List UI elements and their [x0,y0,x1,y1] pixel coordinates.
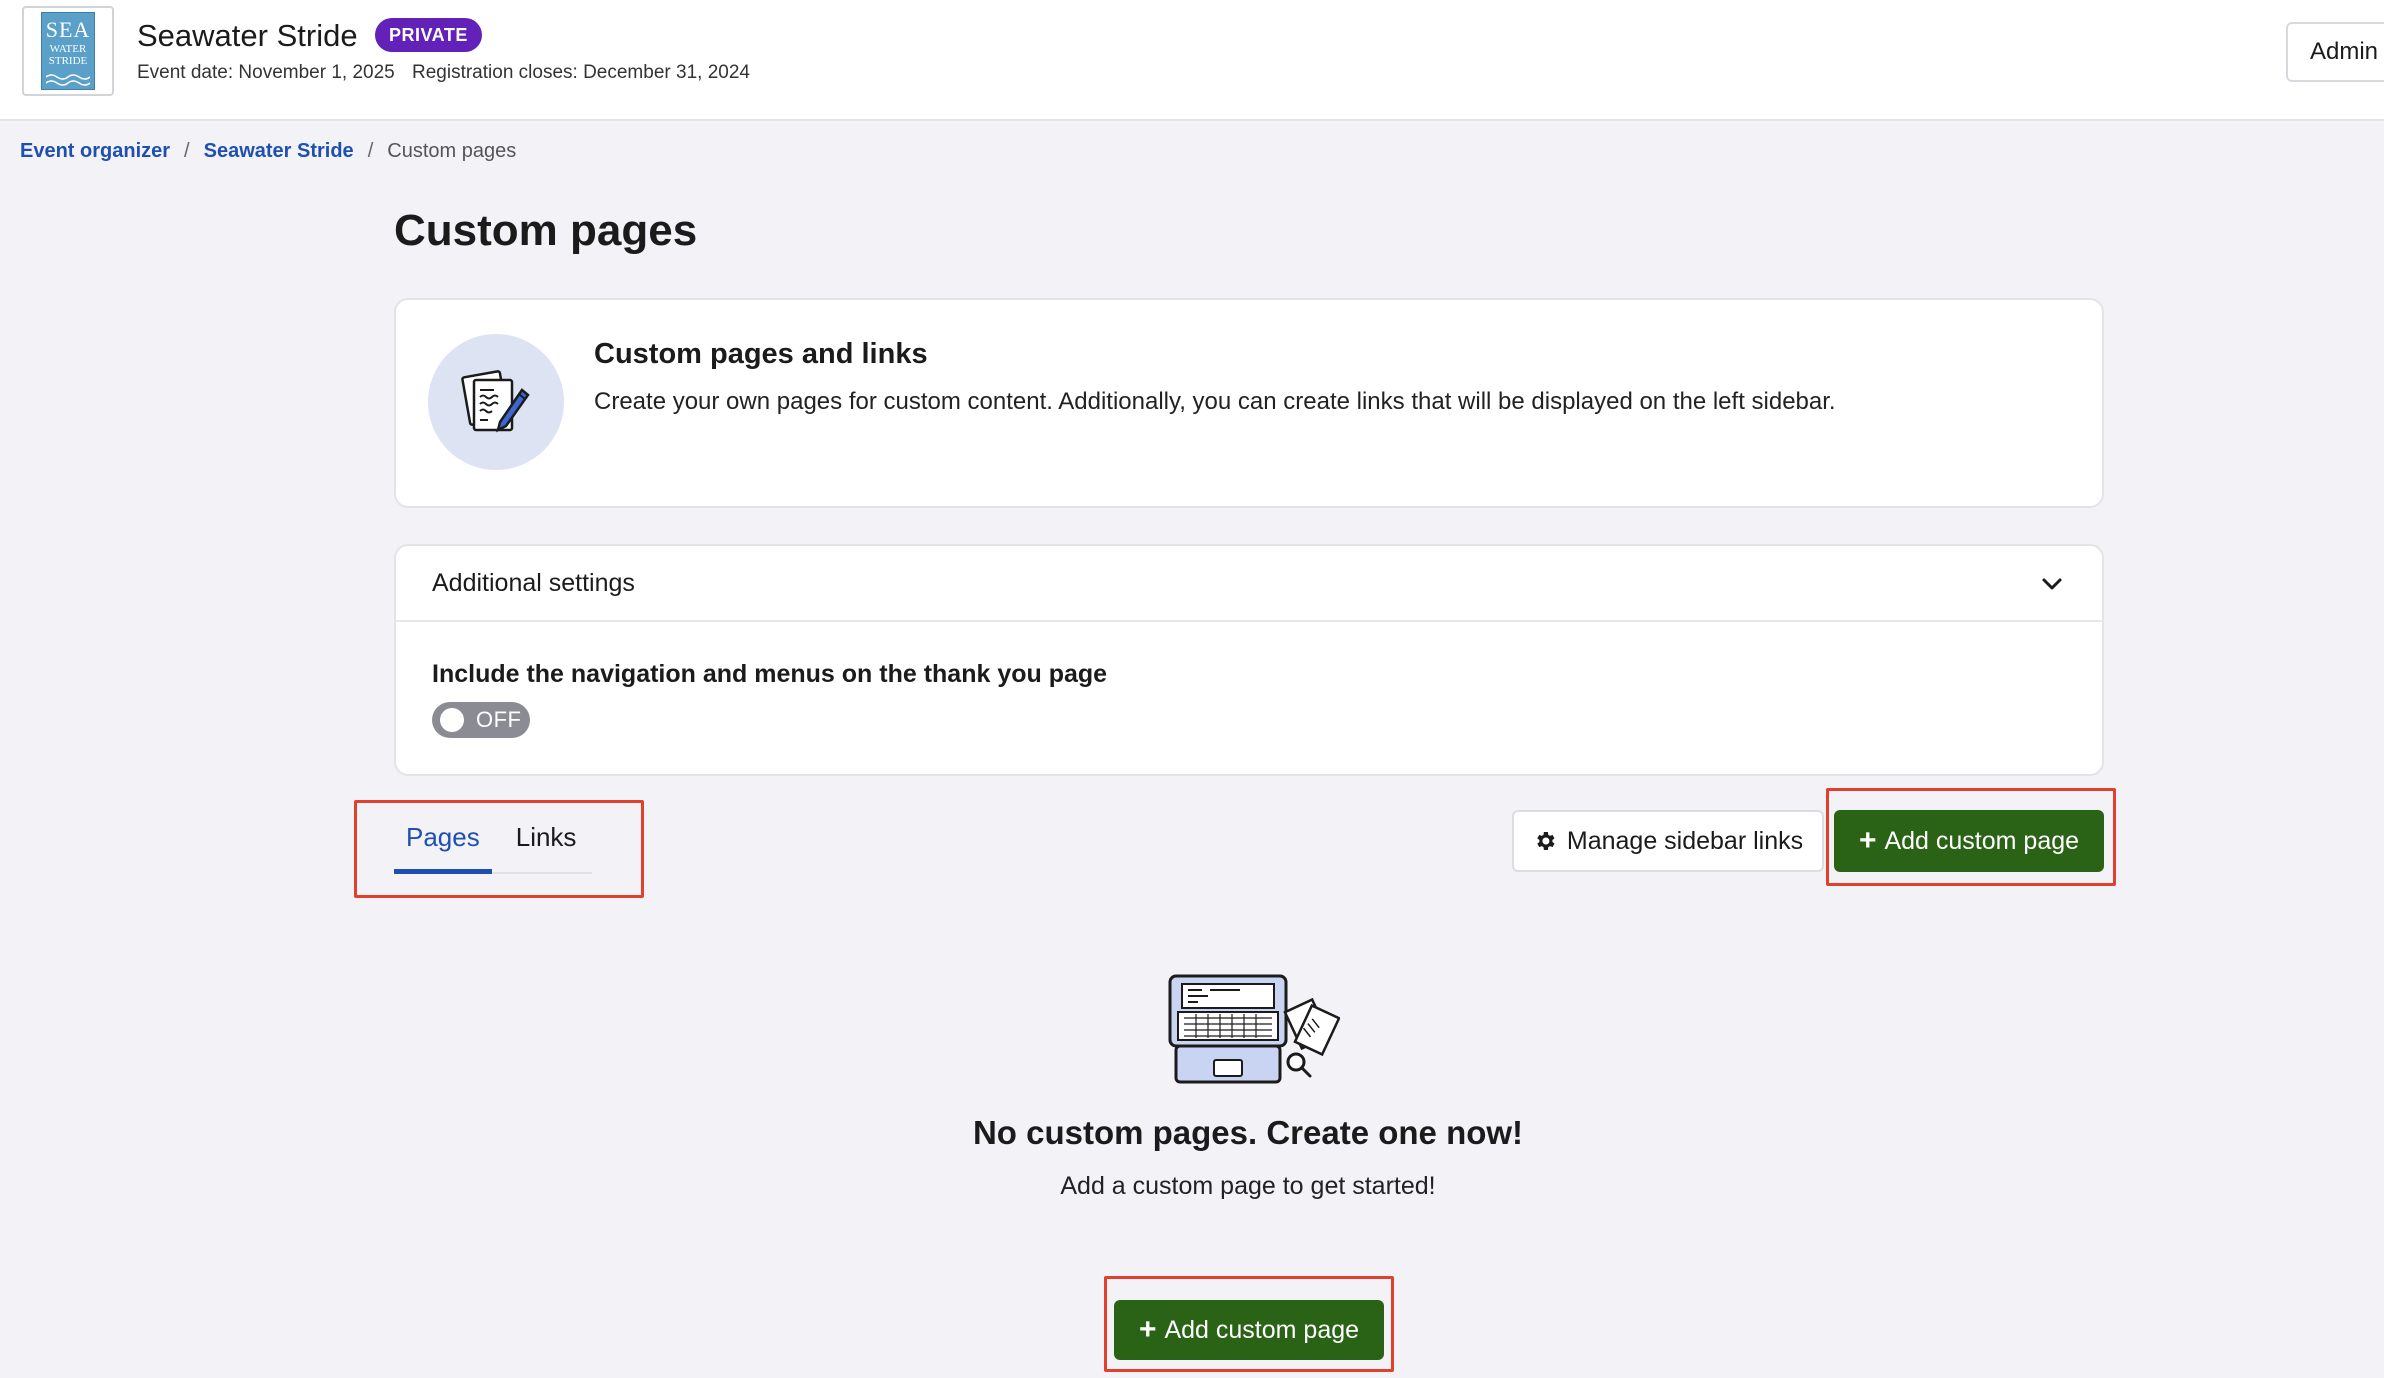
page-title: Custom pages [394,206,698,255]
event-title: Seawater Stride [137,18,358,53]
empty-state-title: No custom pages. Create one now! [972,1114,1524,1151]
breadcrumb-separator: / [184,140,190,162]
breadcrumb-event-organizer[interactable]: Event organizer [20,140,170,163]
page-tabs: Pages Links [394,810,592,874]
toggle-knob [440,708,464,732]
additional-settings-title: Additional settings [432,568,635,597]
breadcrumb: Event organizer / Seawater Stride / Cust… [20,140,516,163]
breadcrumb-event[interactable]: Seawater Stride [204,140,354,163]
private-badge: PRIVATE [375,18,482,52]
event-meta: Event date: November 1, 2025 Registratio… [137,62,750,84]
waves-icon [46,74,90,86]
info-description: Create your own pages for custom content… [594,388,1836,415]
info-card: Custom pages and links Create your own p… [394,298,2104,508]
manage-sidebar-links-label: Manage sidebar links [1566,826,1804,855]
document-pencil-icon [428,334,564,470]
breadcrumb-current: Custom pages [387,140,517,162]
info-heading: Custom pages and links [594,338,928,370]
additional-settings-header[interactable]: Additional settings [396,546,2102,622]
thank-you-nav-label: Include the navigation and menus on the … [432,660,1108,688]
plus-icon: + [1858,824,1877,857]
gear-icon [1537,832,1555,850]
manage-sidebar-links-button[interactable]: Manage sidebar links [1512,810,1824,872]
event-logo-image: SEA WATER STRIDE [41,12,95,90]
laptop-documents-icon [1168,974,1340,1084]
add-custom-page-button-empty-state[interactable]: + Add custom page [1114,1300,1384,1360]
logo-text-line3: STRIDE [48,55,88,67]
thank-you-nav-toggle[interactable]: OFF [432,702,530,738]
toggle-state-label: OFF [476,707,522,732]
admin-button[interactable]: Admin [2286,22,2384,82]
event-date: Event date: November 1, 2025 [137,62,395,83]
add-custom-page-label: Add custom page [1884,826,2080,855]
breadcrumb-separator: / [367,140,374,162]
registration-closes: Registration closes: December 31, 2024 [412,62,750,83]
event-logo: SEA WATER STRIDE [22,6,114,96]
tab-pages[interactable]: Pages [394,810,492,874]
top-header: SEA WATER STRIDE Seawater Stride PRIVATE… [0,0,2384,121]
logo-text-line2: WATER [49,43,87,55]
plus-icon: + [1138,1313,1157,1346]
chevron-down-icon[interactable] [2040,572,2064,596]
add-custom-page-button-top[interactable]: + Add custom page [1834,810,2104,872]
empty-state-subtitle: Add a custom page to get started! [1060,1172,1436,1200]
logo-text-line1: SEA [45,17,91,42]
tab-links[interactable]: Links [504,810,589,874]
additional-settings-panel: Additional settings Include the navigati… [394,544,2104,776]
add-custom-page-label: Add custom page [1164,1315,1360,1344]
